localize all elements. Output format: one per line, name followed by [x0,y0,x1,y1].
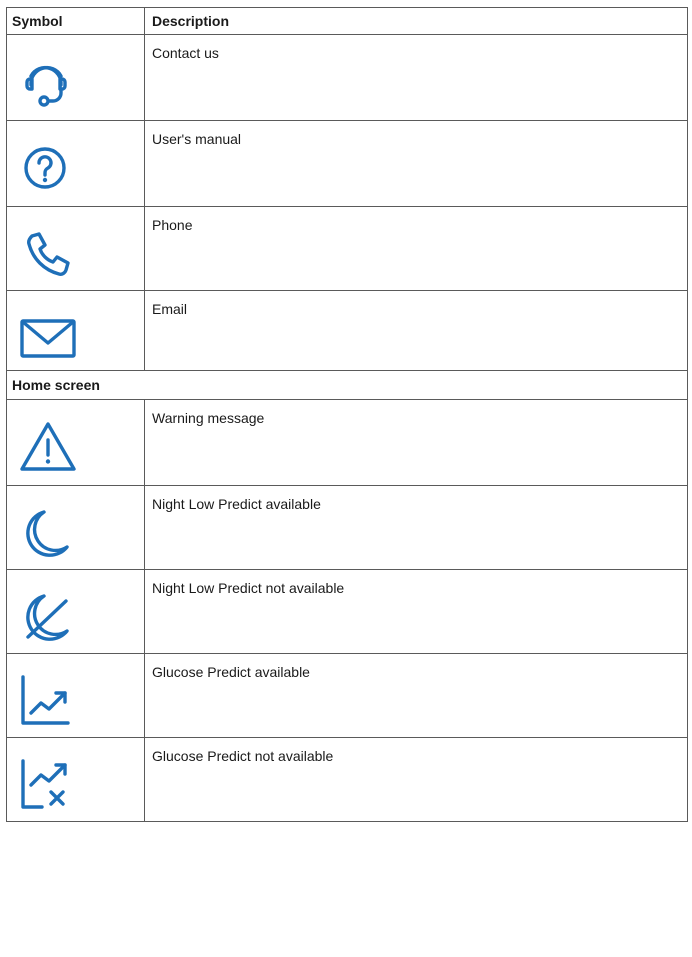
description-column-header: Description [144,7,688,35]
table-row: Warning message [6,399,688,486]
symbol-cell [6,290,145,371]
symbol-cell [6,485,145,570]
description-cell: Night Low Predict not available [144,569,688,654]
symbol-cell [6,737,145,822]
description-cell: Phone [144,206,688,291]
description-cell: Glucose Predict available [144,653,688,738]
description-cell: Glucose Predict not available [144,737,688,822]
table-row: Night Low Predict available [6,485,688,570]
section-heading-row: Home screen [6,370,688,400]
description-cell: User's manual [144,120,688,207]
symbol-column-header: Symbol [6,7,145,35]
symbol-cell [6,653,145,738]
description-cell: Warning message [144,399,688,486]
phone-icon [27,232,70,276]
symbol-cell [6,399,145,486]
symbol-cell [6,206,145,291]
symbol-cell [6,569,145,654]
moon-icon [26,510,69,557]
symbol-cell [6,120,145,207]
table-row: Night Low Predict not available [6,569,688,654]
envelope-icon [20,319,76,358]
trend-up-chart-icon [21,675,70,725]
table-header-row: Symbol Description [6,7,688,35]
warning-triangle-icon [20,422,76,471]
trend-up-chart-crossed-icon [21,759,67,809]
table-row: Phone [6,206,688,291]
description-cell: Contact us [144,34,688,121]
headset-icon [25,66,67,107]
symbol-cell [6,34,145,121]
table-row: Email [6,290,688,371]
question-circle-icon [24,147,66,189]
table-row: User's manual [6,120,688,207]
table-row: Contact us [6,34,688,121]
section-heading: Home screen [6,370,688,400]
description-cell: Email [144,290,688,371]
table-row: Glucose Predict not available [6,737,688,822]
description-cell: Night Low Predict available [144,485,688,570]
moon-crossed-icon [26,594,69,641]
symbol-table: Symbol Description Contact us User's man… [6,7,688,822]
table-row: Glucose Predict available [6,653,688,738]
